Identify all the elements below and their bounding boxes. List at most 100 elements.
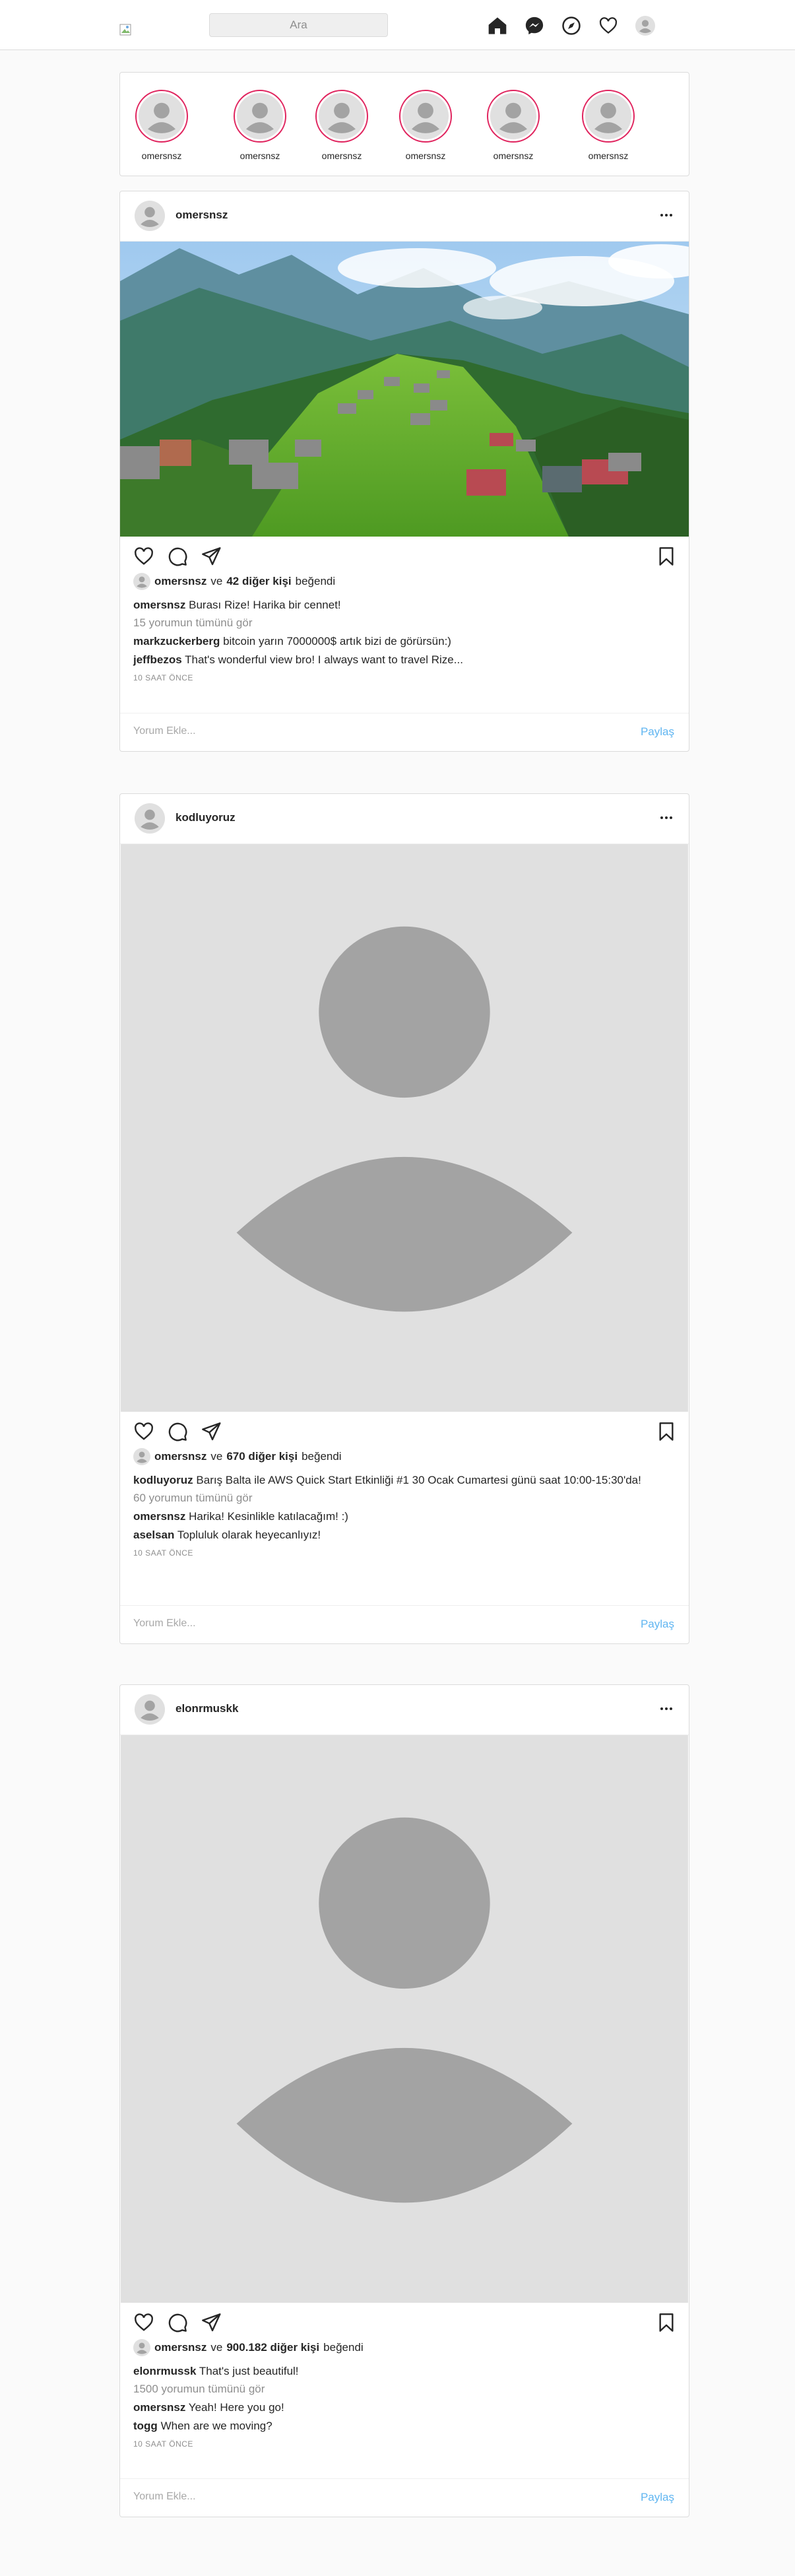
landscape-photo (120, 242, 689, 537)
post-author-avatar[interactable] (135, 1694, 165, 1725)
comment-icon[interactable] (167, 546, 188, 567)
share-paper-plane-icon[interactable] (201, 1421, 222, 1442)
comment-input[interactable]: Yorum Ekle... (133, 1618, 196, 1630)
story-username: omersnsz (239, 150, 280, 161)
add-comment-bar: Yorum Ekle... Paylaş (120, 2478, 689, 2517)
story-item[interactable]: omersnsz (234, 90, 286, 161)
stories-bar: omersnsz omersnsz omersnsz omersnsz omer… (119, 72, 689, 176)
post-image-placeholder[interactable] (120, 844, 689, 1412)
likes-verb: beğendi (323, 2341, 364, 2354)
post-caption: elonrmussk That's just beautiful! (120, 2362, 689, 2380)
comment-text: Yeah! Here you go! (188, 2401, 284, 2414)
add-comment-bar: Yorum Ekle... Paylaş (120, 713, 689, 751)
like-heart-icon[interactable] (133, 546, 154, 567)
story-avatar[interactable] (399, 90, 452, 143)
story-item[interactable]: omersnsz (487, 90, 540, 161)
caption-username[interactable]: omersnsz (133, 599, 185, 611)
post-timestamp: 10 SAAT ÖNCE (133, 1548, 193, 1558)
comment-username[interactable]: markzuckerberg (133, 635, 220, 647)
comment-username[interactable]: jeffbezos (133, 653, 182, 666)
comment-text: Topluluk olarak heyecanlıyız! (177, 1529, 321, 1541)
caption-text: That's just beautiful! (199, 2365, 299, 2377)
like-heart-icon[interactable] (133, 1421, 154, 1442)
post-image-placeholder[interactable] (120, 1735, 689, 2303)
post-author-avatar[interactable] (135, 803, 165, 834)
story-item[interactable]: omersnsz (582, 90, 635, 161)
likes-verb: beğendi (295, 575, 336, 587)
post-caption: omersnsz Burası Rize! Harika bir cennet! (120, 596, 689, 614)
story-item[interactable]: omersnsz (135, 90, 188, 161)
comment-text: Harika! Kesinlikle katılacağım! :) (189, 1510, 348, 1523)
caption-username[interactable]: kodluyoruz (133, 1474, 193, 1486)
caption-text: Burası Rize! Harika bir cennet! (189, 599, 341, 611)
save-bookmark-icon[interactable] (656, 1421, 677, 1442)
caption-username[interactable]: elonrmussk (133, 2365, 196, 2377)
post-comment-button[interactable]: Paylaş (641, 725, 674, 739)
view-all-comments-link[interactable]: 60 yorumun tümünü gör (120, 1489, 689, 1507)
story-username: omersnsz (588, 150, 629, 161)
liker-avatar (133, 573, 150, 590)
comment-item: omersnsz Yeah! Here you go! (120, 2398, 689, 2417)
post-comment-button[interactable]: Paylaş (641, 2491, 674, 2504)
save-bookmark-icon[interactable] (656, 546, 677, 567)
comment-input[interactable]: Yorum Ekle... (133, 2491, 196, 2503)
post-author-avatar[interactable] (135, 201, 165, 231)
share-paper-plane-icon[interactable] (201, 2312, 222, 2333)
comment-icon[interactable] (167, 2312, 188, 2333)
add-comment-bar: Yorum Ekle... Paylaş (120, 1605, 689, 1643)
more-options-icon[interactable] (658, 207, 674, 223)
liker-username[interactable]: omersnsz (154, 575, 207, 588)
search-input[interactable]: Ara (209, 13, 388, 37)
liker-avatar (133, 2339, 150, 2356)
profile-avatar[interactable] (634, 15, 656, 37)
story-avatar[interactable] (234, 90, 286, 143)
comment-icon[interactable] (167, 1421, 188, 1442)
post-author-username[interactable]: omersnsz (175, 209, 228, 222)
logo-broken-image-icon[interactable] (119, 24, 133, 37)
story-username: omersnsz (493, 150, 534, 161)
liker-avatar (133, 1448, 150, 1465)
likes-conjunction: ve (210, 2341, 223, 2354)
post-timestamp: 10 SAAT ÖNCE (133, 673, 193, 682)
more-options-icon[interactable] (658, 810, 674, 826)
story-item[interactable]: omersnsz (399, 90, 452, 161)
more-options-icon[interactable] (658, 1701, 674, 1717)
share-paper-plane-icon[interactable] (201, 546, 222, 567)
story-username: omersnsz (141, 150, 182, 161)
likes-others-count[interactable]: 42 diğer kişi (226, 575, 291, 588)
post-header: kodluyoruz (120, 794, 689, 844)
post-author-username[interactable]: kodluyoruz (175, 811, 236, 824)
caption-text: Barış Balta ile AWS Quick Start Etkinliğ… (196, 1474, 641, 1486)
activity-heart-icon[interactable] (597, 15, 620, 37)
liker-username[interactable]: omersnsz (154, 1450, 207, 1463)
story-avatar[interactable] (315, 90, 368, 143)
story-avatar[interactable] (487, 90, 540, 143)
comment-input[interactable]: Yorum Ekle... (133, 725, 196, 737)
home-icon[interactable] (486, 15, 509, 37)
post-actions (120, 2303, 689, 2337)
comment-username[interactable]: togg (133, 2420, 158, 2432)
view-all-comments-link[interactable]: 15 yorumun tümünü gör (120, 614, 689, 632)
comment-username[interactable]: omersnsz (133, 2401, 185, 2414)
liker-username[interactable]: omersnsz (154, 2341, 207, 2354)
explore-compass-icon[interactable] (560, 15, 583, 37)
post-image[interactable] (120, 242, 689, 537)
story-item[interactable]: omersnsz (315, 90, 368, 161)
story-avatar[interactable] (135, 90, 188, 143)
comment-item: jeffbezos That's wonderful view bro! I a… (120, 651, 689, 669)
comment-username[interactable]: omersnsz (133, 1510, 185, 1523)
like-heart-icon[interactable] (133, 2312, 154, 2333)
post-author-username[interactable]: elonrmuskk (175, 1702, 238, 1715)
comment-text: When are we moving? (160, 2420, 272, 2432)
post-comment-button[interactable]: Paylaş (641, 1618, 674, 1631)
likes-others-count[interactable]: 670 diğer kişi (226, 1450, 298, 1463)
feed-post: omersnsz omersnsz ve 42 diğer kişi beğen… (119, 191, 689, 752)
likes-others-count[interactable]: 900.182 diğer kişi (226, 2341, 319, 2354)
top-navbar: Ara (0, 0, 795, 50)
messenger-icon[interactable] (523, 15, 546, 37)
save-bookmark-icon[interactable] (656, 2312, 677, 2333)
story-avatar[interactable] (582, 90, 635, 143)
view-all-comments-link[interactable]: 1500 yorumun tümünü gör (120, 2380, 689, 2398)
comment-username[interactable]: aselsan (133, 1529, 174, 1541)
comment-text: That's wonderful view bro! I always want… (185, 653, 463, 666)
